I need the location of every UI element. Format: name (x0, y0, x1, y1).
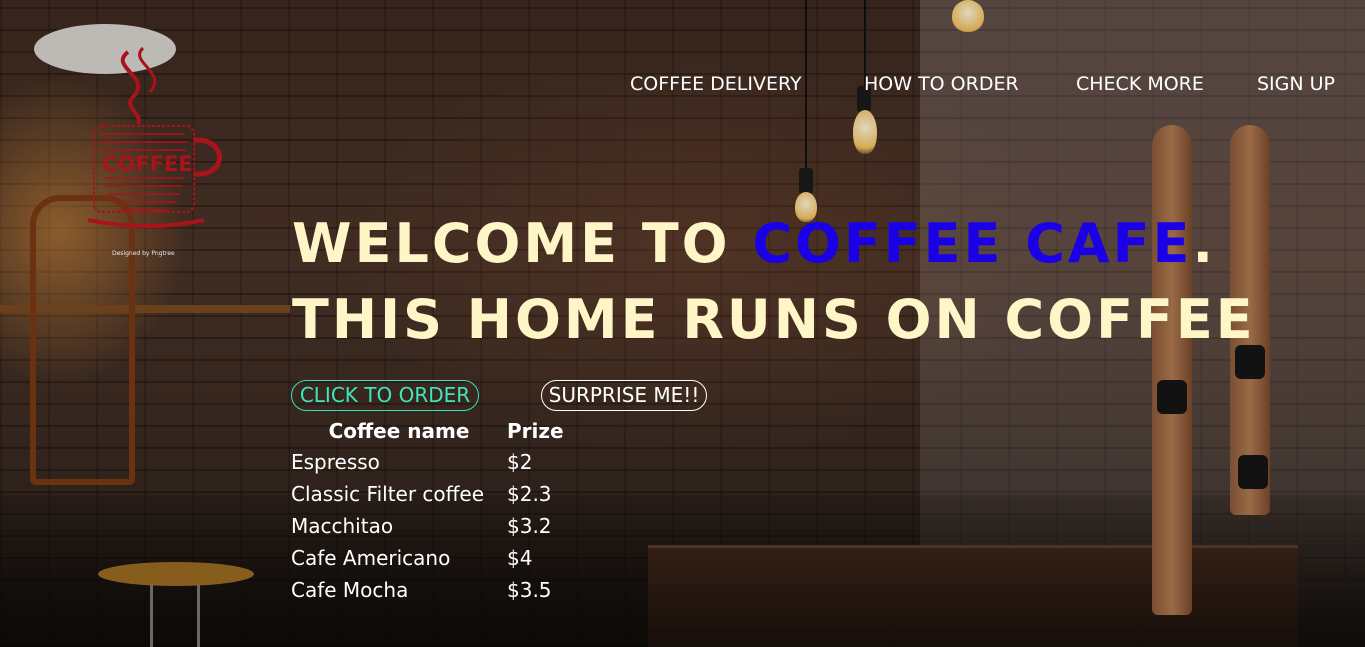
table-header-row: Coffee name Prize (291, 416, 577, 446)
table-row: Espresso $2 (291, 446, 577, 478)
hero-title-suffix: . (1192, 212, 1216, 275)
coffee-name-cell: Macchitao (291, 514, 394, 538)
table-row: Cafe Mocha $3.5 (291, 574, 577, 606)
table-row: Cafe Americano $4 (291, 542, 577, 574)
table-row: Classic Filter coffee $2.3 (291, 478, 577, 510)
column-header-price: Prize (507, 419, 564, 443)
logo-caption: Designed by Pngtree (112, 250, 175, 257)
surprise-me-button[interactable]: SURPRISE ME!! (541, 380, 707, 411)
column-header-coffee-name: Coffee name (328, 419, 470, 443)
coffee-name-cell: Espresso (291, 450, 380, 474)
coffee-price-cell: $3.5 (507, 578, 552, 602)
table-row: Macchitao $3.2 (291, 510, 577, 542)
coffee-price-cell: $3.2 (507, 514, 552, 538)
nav-sign-up[interactable]: SIGN UP (1257, 73, 1335, 95)
hero-title-brand: COFFEE CAFE (752, 212, 1193, 275)
coffee-name-cell: Cafe Mocha (291, 578, 409, 602)
coffee-name-cell: Cafe Americano (291, 546, 451, 570)
coffee-price-cell: $2.3 (507, 482, 552, 506)
coffee-price-cell: $2 (507, 450, 533, 474)
hero-title-prefix: WELCOME TO (292, 212, 753, 275)
nav-coffee-delivery[interactable]: COFFEE DELIVERY (630, 73, 802, 95)
coffee-price-table: Coffee name Prize Espresso $2 Classic Fi… (291, 416, 577, 606)
click-to-order-button[interactable]: CLICK TO ORDER (291, 380, 479, 411)
hero-title: WELCOME TO COFFEE CAFE. (292, 212, 1216, 275)
coffee-price-cell: $4 (507, 546, 533, 570)
nav-check-more[interactable]: CHECK MORE (1076, 73, 1204, 95)
nav-how-to-order[interactable]: HOW TO ORDER (864, 73, 1019, 95)
top-navigation: COFFEE DELIVERY HOW TO ORDER CHECK MORE … (0, 73, 1365, 99)
coffee-cup-logo-icon: COFFEE (87, 42, 228, 232)
coffee-name-cell: Classic Filter coffee (291, 482, 485, 506)
logo-text: COFFEE (102, 152, 193, 176)
hero-subtitle: THIS HOME RUNS ON COFFEE (292, 288, 1256, 351)
